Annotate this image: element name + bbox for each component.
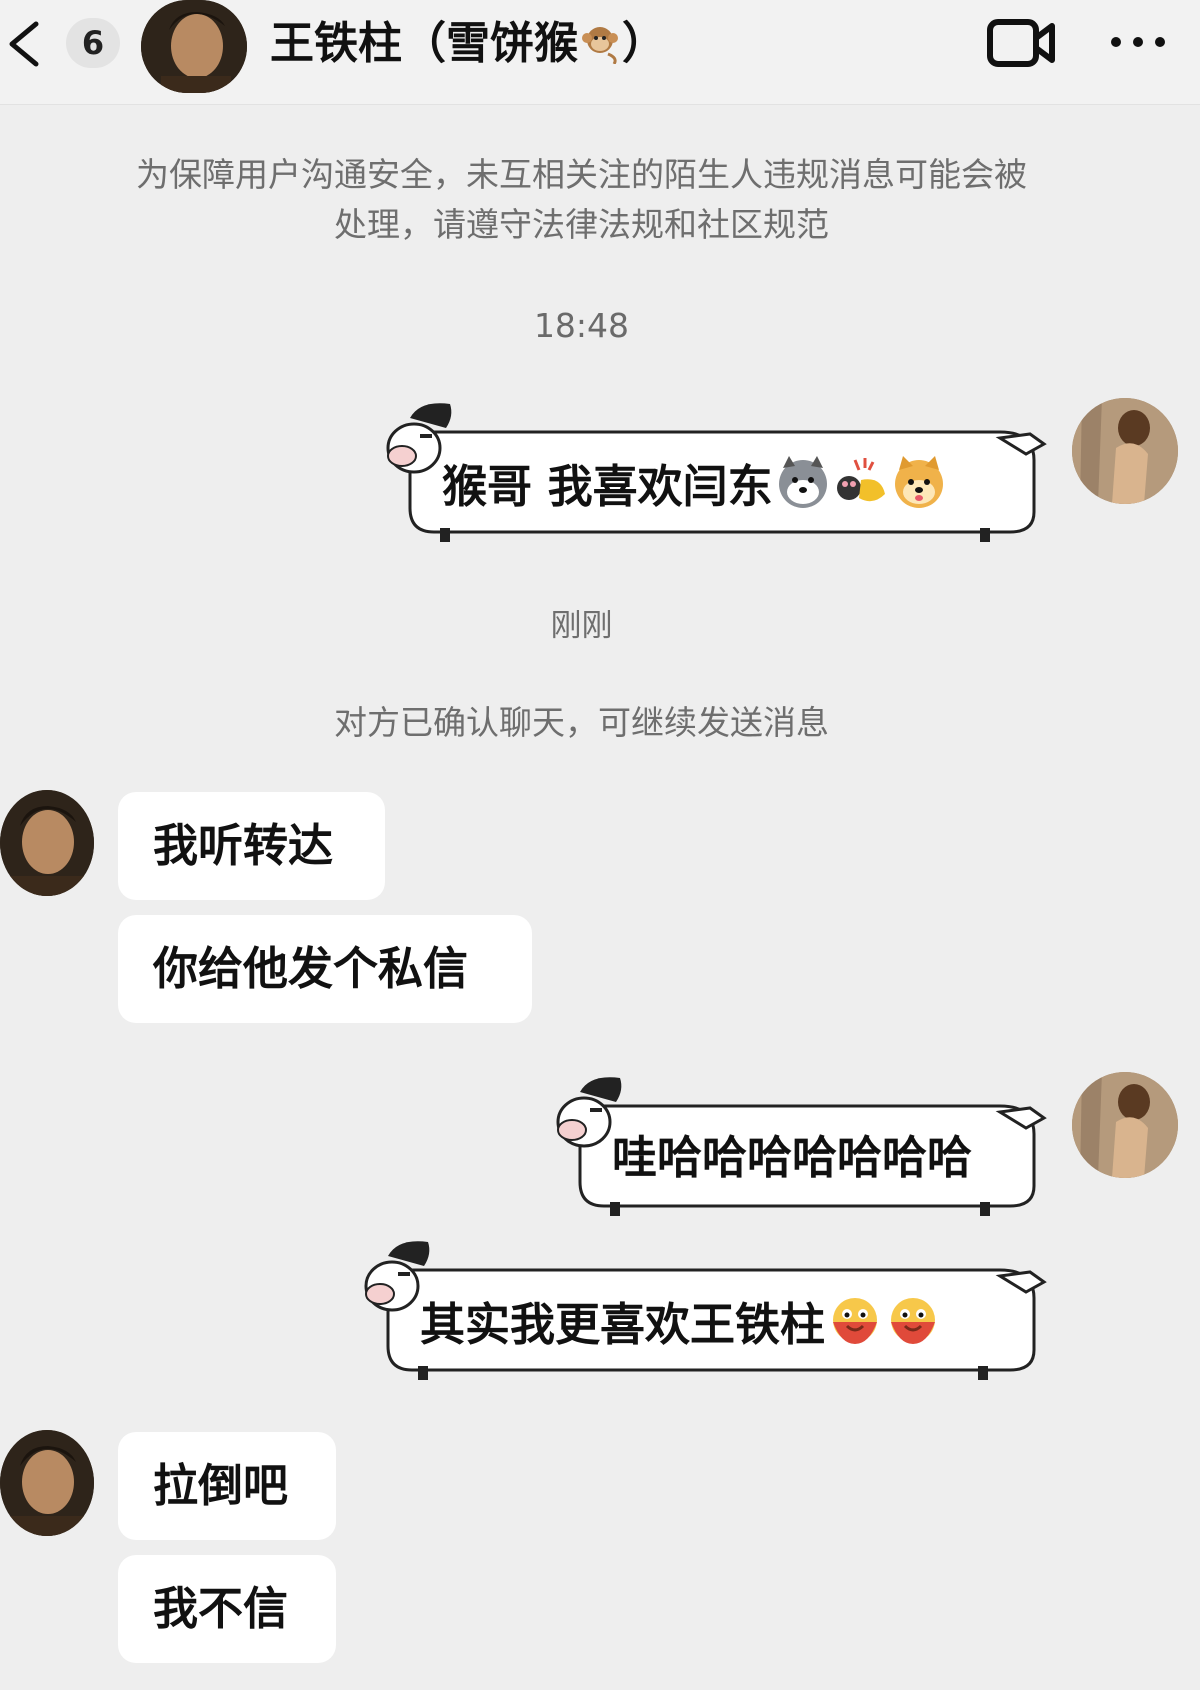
my-avatar[interactable] — [1072, 1072, 1178, 1178]
husky-face-icon — [778, 456, 827, 508]
contact-name: 王铁柱（雪饼猴 ） — [270, 14, 666, 74]
unread-badge: 6 — [66, 18, 120, 68]
received-message-bubble[interactable]: 我听转达 — [118, 792, 385, 900]
sent-sticker-bubble[interactable]: 哇哈哈哈哈哈哈哈 — [550, 1072, 1048, 1220]
happy-face-icon — [891, 1298, 936, 1344]
message-text: 哇哈哈哈哈哈哈哈 — [612, 1131, 973, 1184]
timestamp-just-now: 刚刚 — [550, 608, 613, 644]
timestamp: 18:48 — [533, 306, 630, 345]
message-text: 拉倒吧 — [153, 1459, 289, 1512]
chat-header: 6 王铁柱（雪饼猴 ） — [0, 0, 1200, 105]
received-message-bubble[interactable]: 你给他发个私信 — [118, 915, 532, 1023]
message-text: 我不信 — [153, 1582, 289, 1635]
back-button[interactable] — [0, 18, 50, 68]
my-avatar[interactable] — [1072, 398, 1178, 504]
more-button[interactable] — [1108, 22, 1168, 62]
message-text: 其实我更喜欢王铁柱 — [420, 1298, 826, 1351]
message-text: 猴哥 我喜欢闫东 — [442, 460, 773, 513]
doge-face-icon — [894, 456, 943, 508]
video-call-button[interactable] — [986, 16, 1056, 70]
clap-icon — [836, 458, 885, 502]
video-call-icon — [987, 19, 1055, 67]
message-text: 我听转达 — [153, 819, 334, 872]
monkey-icon — [582, 27, 618, 64]
more-icon — [1111, 37, 1165, 47]
security-notice: 为保障用户沟通安全，未互相关注的陌生人违规消息可能会被 处理，请遵守法律法规和社… — [0, 150, 1163, 250]
chat-confirmed-notice: 对方已确认聊天，可继续发送消息 — [334, 703, 829, 742]
received-message-bubble[interactable]: 拉倒吧 — [118, 1432, 336, 1540]
contact-avatar[interactable] — [141, 0, 247, 93]
message-text: 你给他发个私信 — [153, 942, 469, 995]
security-notice-line1: 为保障用户沟通安全，未互相关注的陌生人违规消息可能会被 — [136, 155, 1027, 194]
contact-message-avatar[interactable] — [0, 1430, 94, 1536]
security-notice-line2: 处理，请遵守法律法规和社区规范 — [334, 205, 829, 244]
contact-message-avatar[interactable] — [0, 790, 94, 896]
contact-name-close: ） — [622, 18, 666, 69]
chevron-left-icon — [9, 21, 39, 67]
received-message-bubble[interactable]: 我不信 — [118, 1555, 336, 1663]
sent-sticker-bubble[interactable]: 猴哥 我喜欢闫东 — [380, 398, 1048, 546]
sent-sticker-bubble[interactable]: 其实我更喜欢王铁柱 — [358, 1236, 1048, 1384]
contact-name-text: 王铁柱（雪饼猴 — [270, 18, 578, 69]
happy-face-icon — [833, 1298, 878, 1344]
